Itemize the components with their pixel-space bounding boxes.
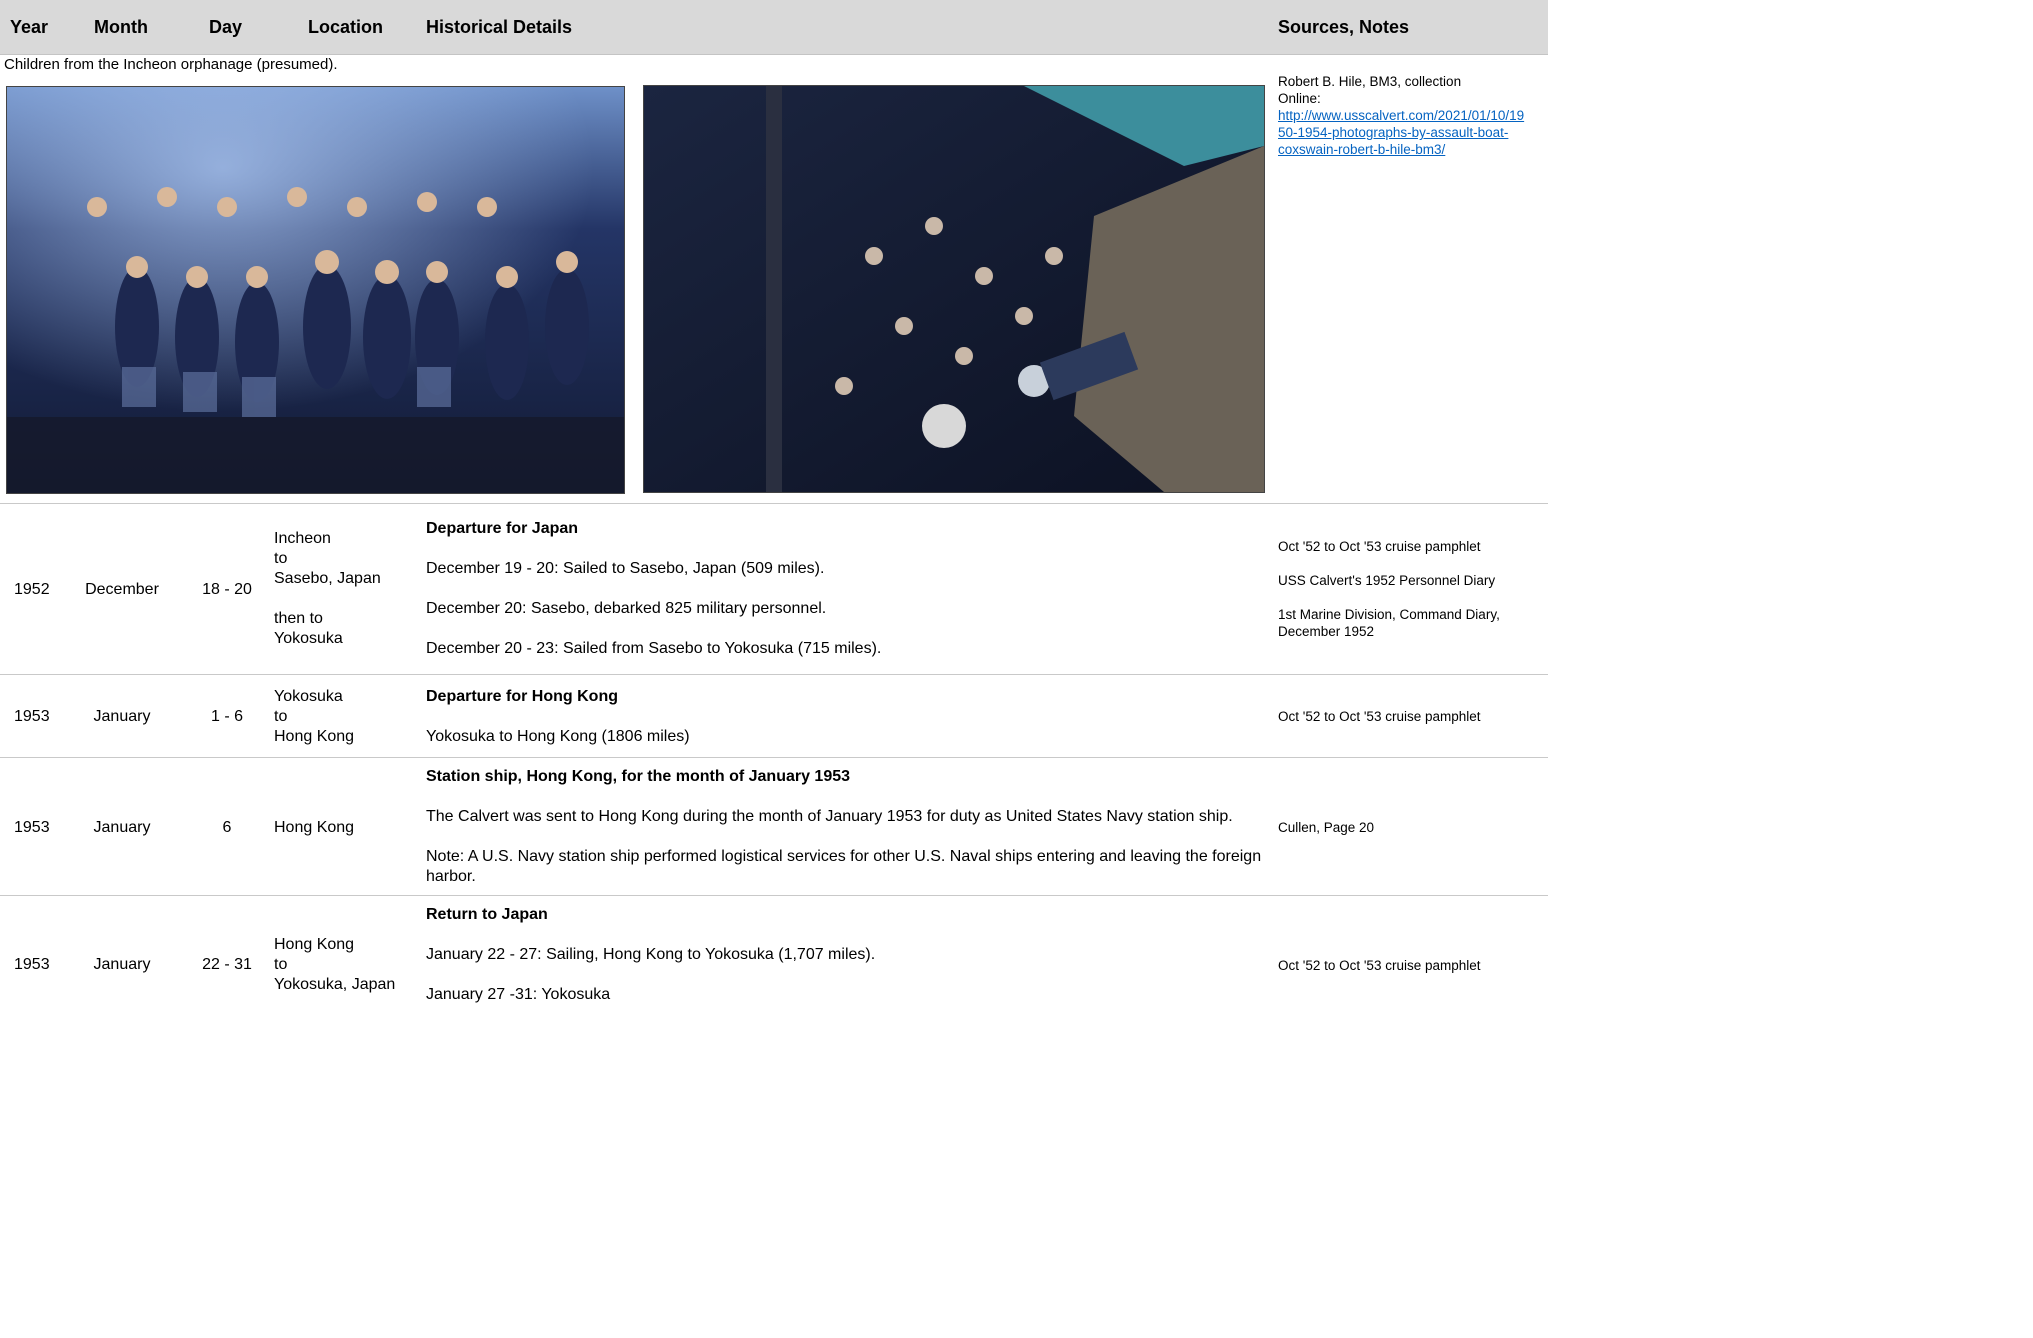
header-month: Month: [94, 17, 148, 37]
photo-source-link-line: http://www.usscalvert.com/2021/01/10/19: [1278, 108, 1525, 123]
row-divider: [0, 757, 1548, 758]
location-line: then to: [274, 610, 323, 627]
cell-day: 6: [222, 819, 232, 836]
header-location: Location: [308, 17, 383, 37]
location-line: to: [274, 956, 288, 973]
header-historical-details: Historical Details: [426, 17, 573, 37]
cell-details: Return to Japan January 22 - 27: Sailing…: [426, 905, 1266, 1005]
location-line: Yokosuka: [274, 630, 343, 647]
header-sources-notes: Sources, Notes: [1278, 17, 1410, 37]
details-paragraph: December 20: Sasebo, debarked 825 milita…: [426, 600, 827, 617]
source-item: Oct '52 to Oct '53 cruise pamphlet: [1278, 539, 1481, 554]
cell-year: 1952: [14, 581, 50, 598]
details-title: Departure for Japan: [426, 520, 579, 537]
source-item: Oct '52 to Oct '53 cruise pamphlet: [1278, 709, 1481, 724]
cell-details: Station ship, Hong Kong, for the month o…: [426, 767, 1266, 887]
photo-sources: Robert B. Hile, BM3, collection Online: …: [1278, 73, 1524, 158]
header-year: Year: [10, 17, 49, 37]
details-paragraph: Note: A U.S. Navy station ship performed…: [426, 848, 1262, 885]
cell-sources: Oct '52 to Oct '53 cruise pamphlet: [1278, 957, 1538, 974]
cell-sources: Oct '52 to Oct '53 cruise pamphlet USS C…: [1278, 538, 1528, 640]
cell-details: Departure for Japan December 19 - 20: Sa…: [426, 519, 1266, 659]
cell-day: 22 - 31: [202, 956, 252, 973]
cell-day: 18 - 20: [202, 581, 252, 598]
header-day: Day: [209, 17, 243, 37]
photo-children-on-deck: [6, 86, 625, 494]
source-item: Oct '52 to Oct '53 cruise pamphlet: [1278, 958, 1481, 973]
details-paragraph: December 19 - 20: Sailed to Sasebo, Japa…: [426, 560, 825, 577]
page: Year Month Day Location Historical Detai…: [0, 0, 2033, 1338]
location-line: Incheon: [274, 530, 331, 547]
cell-sources: Cullen, Page 20: [1278, 819, 1538, 836]
photo-children-in-landing-boat: [643, 85, 1265, 493]
cell-month: January: [93, 819, 151, 836]
cell-year: 1953: [14, 956, 50, 973]
details-paragraph: January 22 - 27: Sailing, Hong Kong to Y…: [426, 946, 876, 963]
cell-location: Hong Kong to Yokosuka, Japan: [274, 935, 395, 995]
photo-caption: Children from the Incheon orphanage (pre…: [4, 56, 338, 73]
photo-source-link-line: 50-1954-photographs-by-assault-boat-: [1278, 125, 1509, 140]
location-line: to: [274, 708, 288, 725]
details-paragraph: Yokosuka to Hong Kong (1806 miles): [426, 728, 690, 745]
row-divider: [0, 895, 1548, 896]
cell-details: Departure for Hong Kong Yokosuka to Hong…: [426, 687, 1266, 747]
location-line: Sasebo, Japan: [274, 570, 381, 587]
details-paragraph: The Calvert was sent to Hong Kong during…: [426, 808, 1233, 825]
photo-source-link-line: coxswain-robert-b-hile-bm3/: [1278, 142, 1446, 157]
photo-source-collection: Robert B. Hile, BM3, collection: [1278, 74, 1462, 89]
details-title: Return to Japan: [426, 906, 548, 923]
cell-location: Incheon to Sasebo, Japan then to Yokosuk…: [274, 529, 381, 649]
source-item: USS Calvert's 1952 Personnel Diary: [1278, 573, 1496, 588]
cell-year: 1953: [14, 819, 50, 836]
location-line: Yokosuka: [274, 688, 343, 705]
photo-source-link[interactable]: http://www.usscalvert.com/2021/01/10/19 …: [1278, 108, 1524, 157]
source-item: Cullen, Page 20: [1278, 820, 1375, 835]
row-divider: [0, 503, 1548, 504]
history-table: Year Month Day Location Historical Detai…: [0, 0, 1548, 1020]
source-item: 1st Marine Division, Command Diary, Dece…: [1278, 607, 1500, 639]
cell-sources: Oct '52 to Oct '53 cruise pamphlet: [1278, 708, 1538, 725]
details-title: Station ship, Hong Kong, for the month o…: [426, 768, 851, 785]
location-line: Hong Kong: [274, 728, 355, 745]
cell-location: Hong Kong: [274, 818, 354, 838]
details-title: Departure for Hong Kong: [426, 688, 618, 705]
location-spacer: [274, 589, 381, 609]
location-line: Hong Kong: [274, 819, 355, 836]
location-line: Hong Kong: [274, 936, 355, 953]
cell-location: Yokosuka to Hong Kong: [274, 687, 354, 747]
cell-month: January: [93, 708, 151, 725]
details-paragraph: January 27 -31: Yokosuka: [426, 986, 611, 1003]
photo-source-online-label: Online:: [1278, 91, 1321, 106]
cell-month: January: [93, 956, 151, 973]
cell-day: 1 - 6: [210, 708, 243, 725]
details-paragraph: December 20 - 23: Sailed from Sasebo to …: [426, 640, 882, 657]
location-line: to: [274, 550, 288, 567]
table-header: Year Month Day Location Historical Detai…: [0, 0, 1548, 55]
row-divider: [0, 674, 1548, 675]
location-line: Yokosuka, Japan: [274, 976, 396, 993]
cell-year: 1953: [14, 708, 50, 725]
cell-month: December: [85, 581, 159, 598]
